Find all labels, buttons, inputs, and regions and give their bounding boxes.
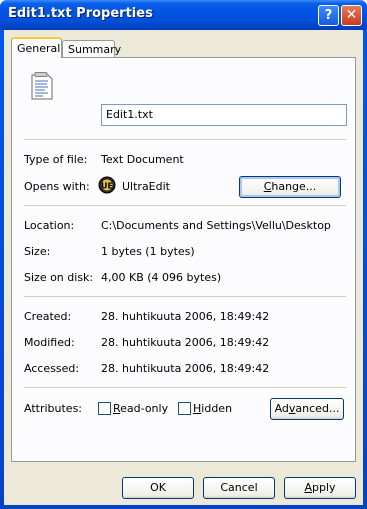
change-button[interactable]: Change...	[239, 176, 341, 198]
type-label: Type of file:	[24, 153, 88, 166]
size-label: Size:	[24, 245, 51, 258]
accessed-label: Accessed:	[24, 362, 80, 375]
separator	[24, 296, 346, 297]
close-button[interactable]: ✕	[341, 5, 362, 26]
opens-with-label: Opens with:	[24, 180, 90, 193]
filename-field[interactable]: Edit1.txt	[101, 104, 347, 126]
dialog-client: Summary General Edit1.txt Type of file: …	[4, 30, 363, 505]
text-document-icon	[31, 72, 53, 100]
svg-text:UE: UE	[101, 182, 113, 191]
readonly-checkbox[interactable]	[98, 402, 111, 415]
tab-summary[interactable]: Summary	[62, 40, 121, 58]
separator	[24, 139, 346, 140]
advanced-prefix: Ad	[274, 402, 289, 415]
help-button[interactable]: ?	[318, 5, 339, 26]
ok-button[interactable]: OK	[122, 477, 194, 499]
change-label: hange...	[271, 180, 317, 193]
opens-with-value: UltraEdit	[122, 180, 170, 193]
apply-label: pply	[312, 481, 336, 494]
general-panel: Edit1.txt Type of file: Text Document Op…	[11, 57, 356, 462]
hidden-label[interactable]: Hidden	[193, 402, 232, 415]
cancel-button[interactable]: Cancel	[203, 477, 275, 499]
tab-general[interactable]: General	[11, 37, 62, 58]
separator	[24, 205, 346, 206]
attributes-label: Attributes:	[24, 402, 83, 415]
title-bar[interactable]: Edit1.txt Properties ? ✕	[0, 0, 367, 30]
location-value: C:\Documents and Settings\Vellu\Desktop	[101, 219, 331, 232]
window-title: Edit1.txt Properties	[8, 6, 153, 21]
separator	[24, 387, 346, 388]
ultraedit-icon: UE	[98, 176, 116, 194]
created-label: Created:	[24, 310, 72, 323]
advanced-button[interactable]: Advanced...	[270, 398, 344, 420]
hidden-checkbox[interactable]	[178, 402, 191, 415]
hidden-text: idden	[201, 402, 233, 415]
type-value: Text Document	[101, 153, 184, 166]
created-value: 28. huhtikuuta 2006, 18:49:42	[101, 310, 270, 323]
apply-button[interactable]: Apply	[284, 477, 356, 499]
location-label: Location:	[24, 219, 75, 232]
properties-window: Edit1.txt Properties ? ✕ Summary General…	[0, 0, 367, 509]
readonly-label[interactable]: Read-only	[113, 402, 168, 415]
apply-mnemonic: A	[304, 481, 312, 494]
modified-label: Modified:	[24, 336, 75, 349]
size-on-disk-value: 4,00 KB (4 096 bytes)	[101, 271, 222, 284]
size-on-disk-label: Size on disk:	[24, 271, 94, 284]
size-value: 1 bytes (1 bytes)	[101, 245, 195, 258]
readonly-text: ead-only	[120, 402, 169, 415]
modified-value: 28. huhtikuuta 2006, 18:49:42	[101, 336, 270, 349]
accessed-value: 28. huhtikuuta 2006, 18:49:42	[101, 362, 270, 375]
advanced-rest: anced...	[295, 402, 340, 415]
